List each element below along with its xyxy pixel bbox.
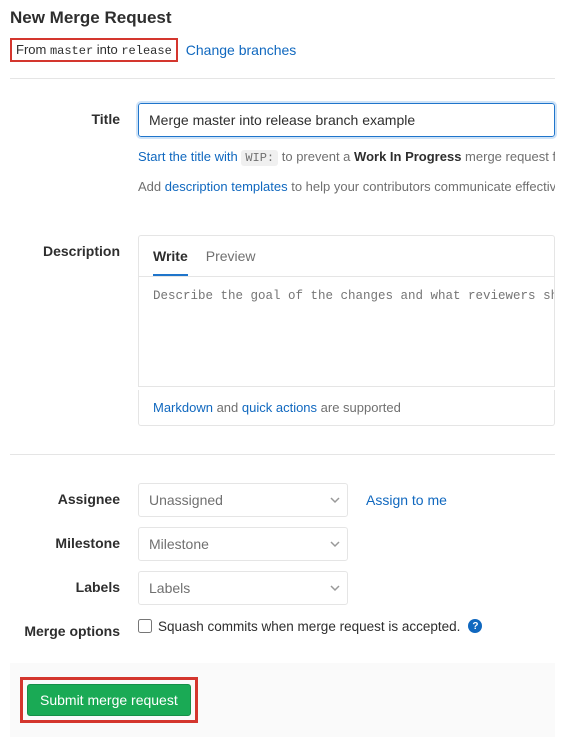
branch-mid: into <box>93 42 121 57</box>
change-branches-link[interactable]: Change branches <box>186 42 297 58</box>
page-title: New Merge Request <box>10 8 555 28</box>
wip-hint-link[interactable]: Start the title with <box>138 149 241 164</box>
tmpl-hint-suffix: to help your contributors communicate ef… <box>288 179 555 194</box>
tmpl-hint-prefix: Add <box>138 179 165 194</box>
source-branch: master <box>50 44 93 58</box>
assignee-label: Assignee <box>10 483 138 517</box>
title-input[interactable] <box>138 103 555 137</box>
labels-select[interactable]: Labels <box>138 571 348 605</box>
footer-suffix: are supported <box>317 400 401 415</box>
divider <box>10 454 555 455</box>
tab-preview[interactable]: Preview <box>206 248 256 276</box>
description-label: Description <box>10 235 138 426</box>
divider <box>10 78 555 79</box>
squash-checkbox[interactable] <box>138 619 152 633</box>
quick-actions-link[interactable]: quick actions <box>242 400 317 415</box>
branch-prefix: From <box>16 42 50 57</box>
target-branch: release <box>121 44 171 58</box>
milestone-select[interactable]: Milestone <box>138 527 348 561</box>
wip-hint-mid: to prevent a <box>278 149 354 164</box>
submit-highlight: Submit merge request <box>20 677 198 723</box>
assignee-select[interactable]: Unassigned <box>138 483 348 517</box>
wip-hint-suffix: merge request from be <box>461 149 555 164</box>
description-textarea[interactable] <box>138 277 555 387</box>
footer-mid: and <box>213 400 242 415</box>
wip-code: WIP: <box>241 150 278 166</box>
milestone-label: Milestone <box>10 527 138 561</box>
markdown-link[interactable]: Markdown <box>153 400 213 415</box>
description-tabs: Write Preview <box>138 235 555 277</box>
labels-label: Labels <box>10 571 138 605</box>
tab-write[interactable]: Write <box>153 248 188 276</box>
title-label: Title <box>10 103 138 197</box>
branch-summary: From master into release <box>10 38 178 62</box>
assign-to-me-link[interactable]: Assign to me <box>366 492 447 508</box>
submit-merge-request-button[interactable]: Submit merge request <box>27 684 191 716</box>
merge-options-label: Merge options <box>10 615 138 639</box>
description-templates-link[interactable]: description templates <box>165 179 288 194</box>
squash-label: Squash commits when merge request is acc… <box>158 619 460 634</box>
description-footer: Markdown and quick actions are supported <box>138 390 555 426</box>
help-icon[interactable]: ? <box>468 619 482 633</box>
wip-hint-bold: Work In Progress <box>354 149 461 164</box>
